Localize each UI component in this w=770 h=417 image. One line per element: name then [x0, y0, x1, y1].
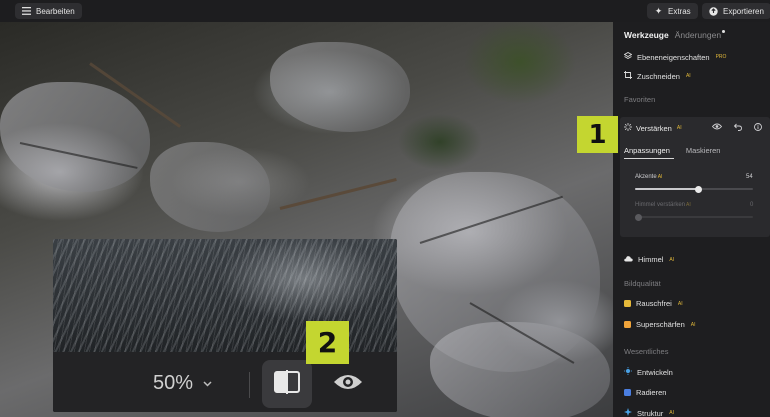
export-icon	[709, 6, 718, 16]
rock-texture	[150, 142, 270, 232]
super-sharpen-label: Supe­rschärfen	[636, 320, 685, 329]
extras-button[interactable]: ✦ Extras	[647, 3, 698, 19]
tree-branch	[279, 178, 397, 210]
layer-properties-item[interactable]: Ebeneneigenschaften PRO	[623, 51, 727, 62]
crop-icon	[624, 71, 632, 81]
layer-properties-label: Ebeneneigenschaften	[637, 52, 710, 62]
ai-badge: AI	[657, 174, 663, 180]
structure-item[interactable]: Struktur AI	[624, 408, 674, 417]
ai-badge: AI	[690, 321, 696, 328]
accent-label-text: Akzente	[635, 174, 657, 180]
active-tab-indicator	[624, 158, 674, 159]
ai-badge: AI	[669, 410, 674, 416]
menu-icon	[22, 7, 31, 16]
essentials-heading: Wesentliches	[624, 347, 669, 356]
accent-slider-label: AkzenteAI	[635, 174, 662, 180]
export-button-label: Exportieren	[723, 6, 764, 16]
toolbar-divider	[249, 372, 250, 398]
structure-icon	[624, 408, 632, 417]
develop-label: Entwickeln	[637, 367, 673, 377]
extras-button-label: Extras	[668, 6, 691, 16]
sky-boost-label-text: Himmel verstärken	[635, 202, 686, 208]
layers-icon	[623, 51, 633, 62]
info-icon[interactable]	[754, 123, 762, 133]
sky-boost-slider-value: 0	[750, 202, 754, 208]
structure-label: Struktur	[637, 408, 664, 417]
ai-badge: AI	[685, 73, 691, 79]
panel-tabs: Werkzeuge Änderungen	[624, 30, 726, 40]
denoise-icon	[624, 300, 631, 307]
sky-boost-slider-track	[635, 216, 753, 218]
accent-slider-value: 54	[746, 174, 753, 180]
erase-label: Radieren	[636, 388, 667, 397]
pro-badge: PRO	[715, 54, 727, 60]
cloud-icon	[624, 255, 633, 264]
sky-boost-slider-handle	[635, 213, 642, 221]
noise-reduction-item[interactable]: Rauschfrei AI	[624, 299, 683, 308]
sparkle-icon: ✦	[654, 5, 663, 16]
eye-icon[interactable]	[711, 123, 723, 133]
zoom-value: 50%	[153, 372, 194, 394]
undo-icon[interactable]	[733, 123, 742, 133]
crop-label: Zuschneiden	[637, 71, 680, 81]
eraser-icon	[624, 389, 631, 396]
accent-slider-fill	[635, 188, 699, 190]
enhance-header[interactable]: Verstärken AI	[624, 123, 682, 133]
image-quality-heading: Bildqualität	[624, 279, 661, 288]
ai-badge: AI	[677, 300, 683, 307]
step-marker-1: 1	[577, 116, 618, 153]
tab-masking[interactable]: Maskieren	[686, 146, 721, 155]
split-view-icon	[273, 369, 301, 399]
rock-texture	[0, 82, 150, 192]
ai-badge: AI	[676, 125, 682, 131]
changes-dot-icon	[722, 30, 726, 33]
tab-changes[interactable]: Änderungen	[674, 30, 726, 40]
sharpen-icon	[624, 321, 631, 328]
top-toolbar: Bearbeiten ✦ Extras Exportieren	[0, 0, 770, 22]
tab-tools[interactable]: Werkzeuge	[624, 30, 669, 40]
step-marker-2: 2	[306, 321, 349, 364]
erase-item[interactable]: Radieren	[624, 388, 666, 397]
preview-toggle-button[interactable]	[330, 369, 366, 399]
edit-button[interactable]: Bearbeiten	[15, 3, 82, 19]
split-compare-button[interactable]	[262, 360, 312, 408]
super-sharpen-item[interactable]: Supe­rschärfen AI	[624, 320, 696, 329]
enhance-tabs: Anpassungen Maskieren	[624, 146, 720, 155]
ai-badge: AI	[686, 202, 691, 208]
chevron-down-icon	[203, 378, 212, 390]
enhance-tool-card: Verstärken AI Anpassungen Maskieren Akzen…	[620, 117, 770, 237]
eye-icon	[333, 373, 363, 396]
zoom-dropdown[interactable]: 50%	[153, 372, 212, 395]
export-button[interactable]: Exportieren	[702, 3, 770, 19]
develop-item[interactable]: Entwickeln	[624, 367, 673, 377]
sun-icon	[624, 367, 632, 377]
enhance-icon	[624, 123, 632, 133]
favorites-heading: Favoriten	[624, 95, 656, 104]
tab-changes-label: Änderungen	[674, 30, 722, 40]
sky-label: Himmel	[638, 255, 664, 264]
ai-badge: AI	[669, 256, 675, 263]
sky-item[interactable]: Himmel AI	[624, 255, 674, 264]
tab-adjustments[interactable]: Anpassungen	[624, 146, 670, 155]
enhance-actions	[711, 123, 762, 133]
enhance-title: Verstärken	[636, 123, 672, 133]
crop-item[interactable]: Zuschneiden AI	[624, 71, 691, 81]
sky-boost-slider-label: Himmel verstärkenAI	[635, 202, 691, 208]
noise-reduction-label: Rauschfrei	[636, 299, 672, 308]
accent-slider-handle[interactable]	[695, 185, 703, 193]
rock-texture	[270, 42, 410, 132]
edit-button-label: Bearbeiten	[36, 6, 75, 16]
